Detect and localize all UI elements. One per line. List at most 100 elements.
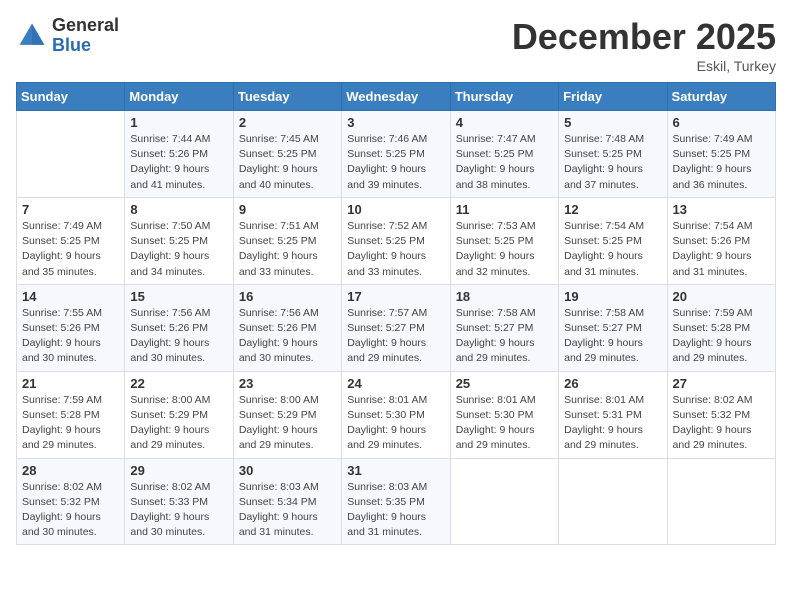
day-info: Sunrise: 7:58 AMSunset: 5:27 PMDaylight:… [564, 306, 661, 367]
day-number: 25 [456, 376, 553, 391]
calendar-cell: 24 Sunrise: 8:01 AMSunset: 5:30 PMDayligh… [342, 371, 450, 458]
day-info: Sunrise: 8:02 AMSunset: 5:32 PMDaylight:… [673, 393, 770, 454]
calendar-cell: 6 Sunrise: 7:49 AMSunset: 5:25 PMDaylight… [667, 111, 775, 198]
day-number: 3 [347, 115, 444, 130]
day-info: Sunrise: 7:49 AMSunset: 5:25 PMDaylight:… [673, 132, 770, 193]
day-number: 1 [130, 115, 227, 130]
calendar-cell: 13 Sunrise: 7:54 AMSunset: 5:26 PMDayligh… [667, 197, 775, 284]
day-number: 24 [347, 376, 444, 391]
day-info: Sunrise: 7:59 AMSunset: 5:28 PMDaylight:… [673, 306, 770, 367]
weekday-header-friday: Friday [559, 83, 667, 111]
calendar-cell: 16 Sunrise: 7:56 AMSunset: 5:26 PMDayligh… [233, 284, 341, 371]
day-number: 11 [456, 202, 553, 217]
day-info: Sunrise: 8:03 AMSunset: 5:35 PMDaylight:… [347, 480, 444, 541]
logo-text: General Blue [52, 16, 119, 56]
weekday-header-sunday: Sunday [17, 83, 125, 111]
day-number: 13 [673, 202, 770, 217]
day-info: Sunrise: 7:49 AMSunset: 5:25 PMDaylight:… [22, 219, 119, 280]
calendar-cell: 15Sunrise: 7:56 AMSunset: 5:26 PMDayligh… [125, 284, 233, 371]
day-number: 6 [673, 115, 770, 130]
calendar-cell: 23 Sunrise: 8:00 AMSunset: 5:29 PMDayligh… [233, 371, 341, 458]
day-number: 4 [456, 115, 553, 130]
calendar-cell: 17 Sunrise: 7:57 AMSunset: 5:27 PMDayligh… [342, 284, 450, 371]
calendar-cell: 4Sunrise: 7:47 AMSunset: 5:25 PMDaylight… [450, 111, 558, 198]
week-row-4: 28 Sunrise: 8:02 AMSunset: 5:32 PMDayligh… [17, 458, 776, 545]
day-info: Sunrise: 7:56 AMSunset: 5:26 PMDaylight:… [130, 306, 227, 367]
calendar-cell: 2 Sunrise: 7:45 AMSunset: 5:25 PMDaylight… [233, 111, 341, 198]
day-number: 8 [130, 202, 227, 217]
calendar-cell: 8 Sunrise: 7:50 AMSunset: 5:25 PMDaylight… [125, 197, 233, 284]
day-info: Sunrise: 8:01 AMSunset: 5:30 PMDaylight:… [347, 393, 444, 454]
day-info: Sunrise: 7:48 AMSunset: 5:25 PMDaylight:… [564, 132, 661, 193]
day-info: Sunrise: 7:50 AMSunset: 5:25 PMDaylight:… [130, 219, 227, 280]
calendar-cell [17, 111, 125, 198]
logo-icon [16, 20, 48, 52]
calendar-cell: 1 Sunrise: 7:44 AMSunset: 5:26 PMDaylight… [125, 111, 233, 198]
day-number: 17 [347, 289, 444, 304]
calendar-cell: 27 Sunrise: 8:02 AMSunset: 5:32 PMDayligh… [667, 371, 775, 458]
day-info: Sunrise: 7:57 AMSunset: 5:27 PMDaylight:… [347, 306, 444, 367]
day-number: 16 [239, 289, 336, 304]
weekday-header-tuesday: Tuesday [233, 83, 341, 111]
calendar-cell: 20 Sunrise: 7:59 AMSunset: 5:28 PMDayligh… [667, 284, 775, 371]
weekday-header-thursday: Thursday [450, 83, 558, 111]
day-info: Sunrise: 7:51 AMSunset: 5:25 PMDaylight:… [239, 219, 336, 280]
day-number: 7 [22, 202, 119, 217]
calendar-cell: 21 Sunrise: 7:59 AMSunset: 5:28 PMDayligh… [17, 371, 125, 458]
calendar-cell [559, 458, 667, 545]
day-info: Sunrise: 7:59 AMSunset: 5:28 PMDaylight:… [22, 393, 119, 454]
day-info: Sunrise: 8:01 AMSunset: 5:31 PMDaylight:… [564, 393, 661, 454]
calendar-cell: 10 Sunrise: 7:52 AMSunset: 5:25 PMDayligh… [342, 197, 450, 284]
day-info: Sunrise: 8:00 AMSunset: 5:29 PMDaylight:… [130, 393, 227, 454]
week-row-1: 7 Sunrise: 7:49 AMSunset: 5:25 PMDaylight… [17, 197, 776, 284]
calendar-cell: 28 Sunrise: 8:02 AMSunset: 5:32 PMDayligh… [17, 458, 125, 545]
day-info: Sunrise: 7:54 AMSunset: 5:26 PMDaylight:… [673, 219, 770, 280]
day-info: Sunrise: 7:46 AMSunset: 5:25 PMDaylight:… [347, 132, 444, 193]
weekday-header-saturday: Saturday [667, 83, 775, 111]
calendar-cell: 3 Sunrise: 7:46 AMSunset: 5:25 PMDaylight… [342, 111, 450, 198]
calendar-cell: 9Sunrise: 7:51 AMSunset: 5:25 PMDaylight… [233, 197, 341, 284]
calendar-table: SundayMondayTuesdayWednesdayThursdayFrid… [16, 82, 776, 545]
day-info: Sunrise: 7:53 AMSunset: 5:25 PMDaylight:… [456, 219, 553, 280]
day-number: 30 [239, 463, 336, 478]
day-number: 27 [673, 376, 770, 391]
month-title: December 2025 [512, 16, 776, 58]
calendar-cell: 18Sunrise: 7:58 AMSunset: 5:27 PMDayligh… [450, 284, 558, 371]
calendar-cell: 12Sunrise: 7:54 AMSunset: 5:25 PMDayligh… [559, 197, 667, 284]
logo-blue-text: Blue [52, 36, 119, 56]
calendar-cell: 25Sunrise: 8:01 AMSunset: 5:30 PMDayligh… [450, 371, 558, 458]
title-block: December 2025 Eskil, Turkey [512, 16, 776, 74]
day-number: 23 [239, 376, 336, 391]
week-row-0: 1 Sunrise: 7:44 AMSunset: 5:26 PMDaylight… [17, 111, 776, 198]
day-info: Sunrise: 8:00 AMSunset: 5:29 PMDaylight:… [239, 393, 336, 454]
day-number: 10 [347, 202, 444, 217]
day-number: 2 [239, 115, 336, 130]
calendar-cell: 5 Sunrise: 7:48 AMSunset: 5:25 PMDaylight… [559, 111, 667, 198]
weekday-header-monday: Monday [125, 83, 233, 111]
calendar-cell: 29 Sunrise: 8:02 AMSunset: 5:33 PMDayligh… [125, 458, 233, 545]
day-info: Sunrise: 7:45 AMSunset: 5:25 PMDaylight:… [239, 132, 336, 193]
weekday-header-wednesday: Wednesday [342, 83, 450, 111]
day-info: Sunrise: 7:44 AMSunset: 5:26 PMDaylight:… [130, 132, 227, 193]
day-info: Sunrise: 7:56 AMSunset: 5:26 PMDaylight:… [239, 306, 336, 367]
calendar-cell: 14Sunrise: 7:55 AMSunset: 5:26 PMDayligh… [17, 284, 125, 371]
calendar-cell [667, 458, 775, 545]
day-number: 5 [564, 115, 661, 130]
day-info: Sunrise: 8:02 AMSunset: 5:33 PMDaylight:… [130, 480, 227, 541]
day-number: 28 [22, 463, 119, 478]
day-info: Sunrise: 7:58 AMSunset: 5:27 PMDaylight:… [456, 306, 553, 367]
calendar-cell: 22 Sunrise: 8:00 AMSunset: 5:29 PMDayligh… [125, 371, 233, 458]
day-info: Sunrise: 8:03 AMSunset: 5:34 PMDaylight:… [239, 480, 336, 541]
calendar-cell: 7 Sunrise: 7:49 AMSunset: 5:25 PMDaylight… [17, 197, 125, 284]
day-info: Sunrise: 7:54 AMSunset: 5:25 PMDaylight:… [564, 219, 661, 280]
calendar-cell [450, 458, 558, 545]
calendar-cell: 19Sunrise: 7:58 AMSunset: 5:27 PMDayligh… [559, 284, 667, 371]
calendar-cell: 30 Sunrise: 8:03 AMSunset: 5:34 PMDayligh… [233, 458, 341, 545]
day-info: Sunrise: 7:52 AMSunset: 5:25 PMDaylight:… [347, 219, 444, 280]
day-number: 21 [22, 376, 119, 391]
day-number: 31 [347, 463, 444, 478]
day-number: 29 [130, 463, 227, 478]
day-number: 20 [673, 289, 770, 304]
day-number: 22 [130, 376, 227, 391]
day-info: Sunrise: 8:02 AMSunset: 5:32 PMDaylight:… [22, 480, 119, 541]
